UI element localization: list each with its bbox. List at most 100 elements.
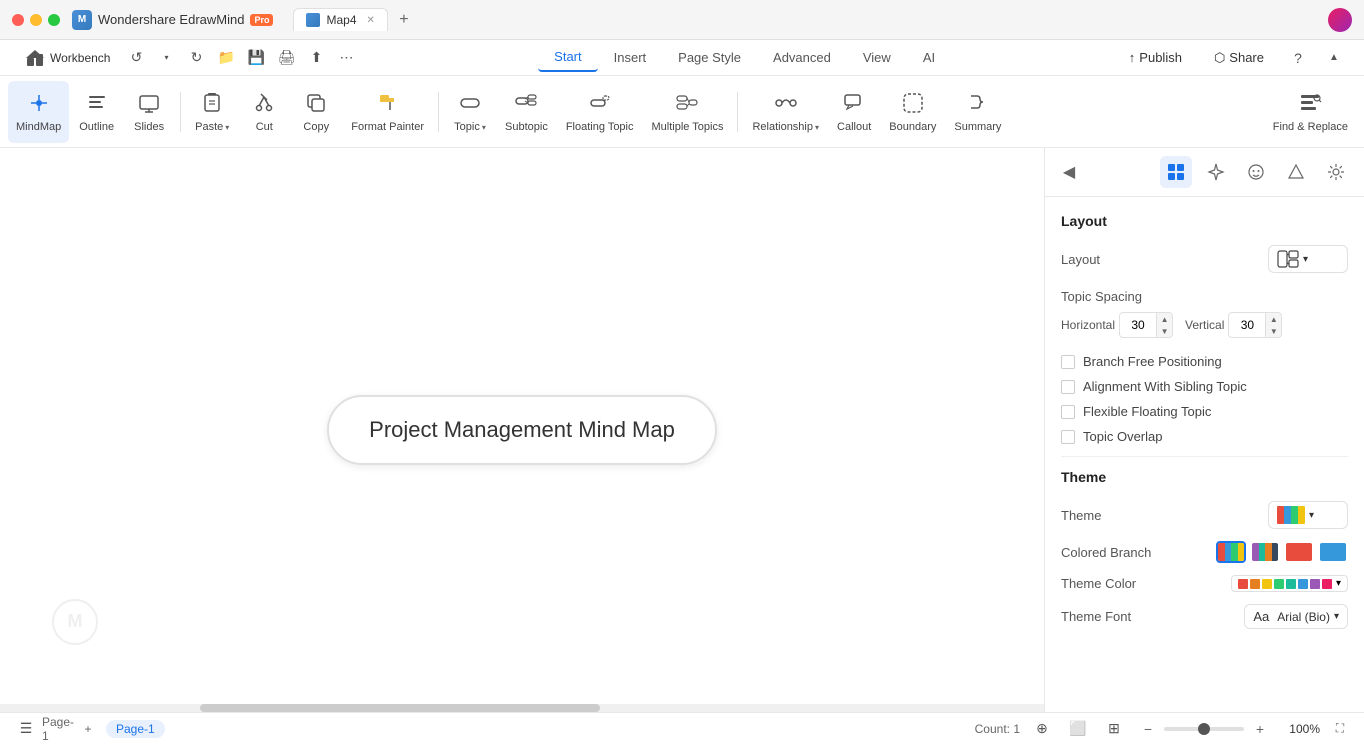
slides-tool[interactable]: Slides: [124, 81, 174, 143]
zoom-in-button[interactable]: +: [1248, 717, 1272, 741]
zoom-out-button[interactable]: −: [1136, 717, 1160, 741]
topic-overlap-checkbox[interactable]: [1061, 430, 1075, 444]
cut-tool[interactable]: Cut: [239, 81, 289, 143]
topic-tool[interactable]: Topic ▾: [445, 81, 495, 143]
relationship-tool[interactable]: Relationship ▾: [744, 81, 827, 143]
horizontal-down-arrow[interactable]: ▼: [1156, 325, 1172, 337]
summary-tool[interactable]: Summary: [946, 81, 1009, 143]
panel-tab-layout[interactable]: [1160, 156, 1192, 188]
theme-font-dropdown[interactable]: Aa Arial (Bio) ▾: [1244, 604, 1348, 629]
minimize-button[interactable]: [30, 14, 42, 26]
page-controls: ☰ Page-1 + Page-1: [12, 715, 165, 743]
paste-label: Paste: [195, 121, 223, 134]
map-tab[interactable]: Map4 ✕: [293, 8, 387, 31]
export-button[interactable]: ⬆: [302, 44, 330, 72]
panel-tab-shape[interactable]: [1280, 156, 1312, 188]
svg-text:M: M: [68, 611, 83, 631]
fit-page-button[interactable]: ⊕: [1028, 715, 1056, 743]
theme-dropdown[interactable]: ▾: [1268, 501, 1348, 529]
vertical-down-arrow[interactable]: ▼: [1265, 325, 1281, 337]
more-button[interactable]: ⋯: [332, 44, 360, 72]
boundary-tool[interactable]: Boundary: [881, 81, 944, 143]
collapse-ribbon-button[interactable]: ▲: [1320, 44, 1348, 72]
zoom-thumb: [1198, 723, 1210, 735]
outline-tool[interactable]: Outline: [71, 81, 122, 143]
panel-tab-sparkle[interactable]: [1200, 156, 1232, 188]
fullscreen-button[interactable]: ⛶: [1328, 717, 1352, 741]
canvas-inner: Project Management Mind Map: [0, 148, 1044, 712]
zoom-slider[interactable]: [1164, 727, 1244, 731]
horizontal-scrollbar[interactable]: [0, 704, 1044, 712]
save-button[interactable]: 💾: [242, 44, 270, 72]
view-mode-button-2[interactable]: ⊞: [1100, 715, 1128, 743]
maximize-button[interactable]: [48, 14, 60, 26]
menu-tab-page-style[interactable]: Page Style: [662, 44, 757, 71]
print-button[interactable]: 🖨: [272, 44, 300, 72]
flexible-floating-checkbox[interactable]: [1061, 405, 1075, 419]
panel-tab-settings[interactable]: [1320, 156, 1352, 188]
panel-tab-emoji[interactable]: [1240, 156, 1272, 188]
floating-topic-tool[interactable]: Floating Topic: [558, 81, 642, 143]
find-replace-tool[interactable]: Find & Replace: [1265, 81, 1356, 143]
branch-opt-1[interactable]: [1216, 541, 1246, 563]
canvas[interactable]: Project Management Mind Map M: [0, 148, 1044, 712]
panel-content: Layout Layout ▾ Topic Spacing Horizontal…: [1045, 197, 1364, 657]
new-tab-button[interactable]: +: [392, 8, 416, 32]
font-value: Arial (Bio): [1277, 610, 1330, 624]
slides-icon: [135, 89, 163, 117]
layout-dropdown[interactable]: ▾: [1268, 245, 1348, 273]
theme-color-dropdown[interactable]: ▾: [1231, 575, 1348, 592]
close-button[interactable]: [12, 14, 24, 26]
multiple-topics-tool[interactable]: Multiple Topics: [644, 81, 732, 143]
branch-opt-3[interactable]: [1284, 541, 1314, 563]
callout-tool[interactable]: Callout: [829, 81, 879, 143]
color-dot-6: [1298, 579, 1308, 589]
user-avatar[interactable]: [1328, 8, 1352, 32]
page-tab[interactable]: Page-1: [106, 720, 165, 738]
menu-tab-view[interactable]: View: [847, 44, 907, 71]
open-file-button[interactable]: 📁: [212, 44, 240, 72]
undo-button[interactable]: ↺: [122, 44, 150, 72]
horizontal-input[interactable]: 30 ▲ ▼: [1119, 312, 1173, 338]
copy-icon: [302, 89, 330, 117]
undo-dropdown[interactable]: ▾: [152, 44, 180, 72]
tab-close-icon[interactable]: ✕: [367, 15, 375, 26]
format-painter-tool[interactable]: Format Painter: [343, 81, 432, 143]
topic-spacing-label: Topic Spacing: [1061, 289, 1348, 304]
menu-tab-insert[interactable]: Insert: [598, 44, 663, 71]
branch-free-checkbox[interactable]: [1061, 355, 1075, 369]
alignment-checkbox[interactable]: [1061, 380, 1075, 394]
vertical-up-arrow[interactable]: ▲: [1265, 313, 1281, 325]
copy-tool[interactable]: Copy: [291, 81, 341, 143]
horizontal-up-arrow[interactable]: ▲: [1156, 313, 1172, 325]
add-page-button[interactable]: +: [76, 717, 100, 741]
theme-font-row: Theme Font Aa Arial (Bio) ▾: [1061, 604, 1348, 629]
flexible-floating-label: Flexible Floating Topic: [1083, 404, 1211, 419]
vertical-arrows: ▲ ▼: [1265, 313, 1281, 337]
callout-icon: [840, 89, 868, 117]
paste-tool[interactable]: Paste ▾: [187, 81, 237, 143]
menu-tab-ai[interactable]: AI: [907, 44, 951, 71]
share-button[interactable]: ⬡ Share: [1202, 46, 1276, 70]
branch-opt-2[interactable]: [1250, 541, 1280, 563]
scrollbar-thumb[interactable]: [200, 704, 600, 712]
mindmap-tool[interactable]: MindMap: [8, 81, 69, 143]
help-button[interactable]: ?: [1284, 44, 1312, 72]
workbench-button[interactable]: Workbench: [16, 43, 118, 73]
subtopic-tool[interactable]: Subtopic: [497, 81, 556, 143]
toggle-sidebar-button[interactable]: ☰: [12, 715, 40, 743]
publish-button[interactable]: ↑ Publish: [1117, 46, 1194, 69]
colored-branch-label: Colored Branch: [1061, 545, 1151, 560]
menu-tab-start[interactable]: Start: [538, 43, 597, 72]
vertical-input[interactable]: 30 ▲ ▼: [1228, 312, 1282, 338]
menu-tab-advanced[interactable]: Advanced: [757, 44, 847, 71]
main-node[interactable]: Project Management Mind Map: [327, 395, 717, 465]
layout-field-label: Layout: [1061, 252, 1100, 267]
view-mode-button-1[interactable]: ⬜: [1064, 715, 1092, 743]
panel-collapse-button[interactable]: ◀: [1057, 160, 1081, 184]
color-dropdown-arrow: ▾: [1336, 578, 1341, 589]
theme-preview-icon: [1277, 506, 1305, 524]
toolbar: MindMap Outline Slides Paste ▾ Cut Copy: [0, 76, 1364, 148]
redo-button[interactable]: ↻: [182, 44, 210, 72]
branch-opt-4[interactable]: [1318, 541, 1348, 563]
